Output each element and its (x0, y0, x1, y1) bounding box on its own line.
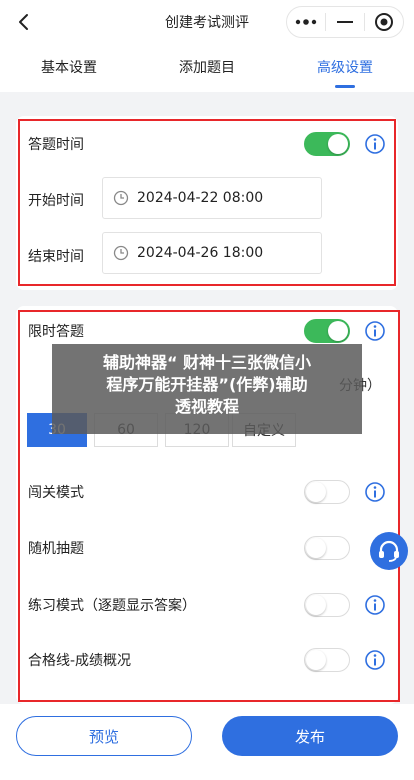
close-mini-program-icon[interactable] (365, 7, 403, 37)
option-toggle[interactable] (304, 536, 350, 560)
answer-time-card: 答题时间 开始时间 2024-04-22 08:00 结束时间 2024-04-… (16, 116, 398, 290)
info-icon[interactable] (364, 133, 386, 155)
tab-advanced-settings[interactable]: 高级设置 (276, 44, 414, 92)
preview-button[interactable]: 预览 (16, 716, 192, 756)
overlay-banner: 辅助神器“ 财神十三张微信小 程序万能开挂器”(作弊)辅助 透视教程 (52, 344, 362, 434)
bottom-bar: 预览 发布 (0, 704, 414, 780)
start-time-field[interactable]: 2024-04-22 08:00 (102, 177, 322, 219)
customer-service-button[interactable] (370, 532, 408, 570)
time-limit-label: 限时答题 (28, 324, 84, 340)
tab-bar: 基本设置 添加题目 高级设置 (0, 44, 414, 92)
tab-add-questions[interactable]: 添加题目 (138, 44, 276, 92)
answer-time-row: 答题时间 (28, 124, 386, 164)
option-label: 练习模式（逐题显示答案） (28, 598, 196, 614)
option-label: 闯关模式 (28, 485, 84, 501)
end-time-label: 结束时间 (28, 249, 84, 265)
overlay-line: 透视教程 (174, 397, 239, 416)
option-row: 合格线-成绩概况 (28, 640, 386, 680)
publish-button[interactable]: 发布 (222, 716, 398, 756)
start-time-label: 开始时间 (28, 193, 84, 209)
active-tab-indicator (335, 85, 355, 88)
option-label: 随机抽题 (28, 541, 84, 557)
end-time-field[interactable]: 2024-04-26 18:00 (102, 232, 322, 274)
info-icon[interactable] (364, 649, 386, 671)
clock-icon (113, 245, 129, 261)
overlay-line: 辅助神器“ 财神十三张微信小 (102, 353, 312, 372)
option-row: 闯关模式 (28, 472, 386, 512)
answer-time-label: 答题时间 (28, 137, 84, 153)
overlay-line: 程序万能开挂器”(作弊)辅助 (106, 375, 308, 394)
tab-basic-settings[interactable]: 基本设置 (0, 44, 138, 92)
option-toggle[interactable] (304, 593, 350, 617)
clock-icon (113, 190, 129, 206)
option-row: 练习模式（逐题显示答案） (28, 585, 386, 625)
option-label: 合格线-成绩概况 (28, 653, 132, 669)
end-time-value: 2024-04-26 18:00 (137, 245, 264, 261)
start-time-value: 2024-04-22 08:00 (137, 190, 264, 206)
info-icon[interactable] (364, 481, 386, 503)
option-toggle[interactable] (304, 480, 350, 504)
answer-time-toggle[interactable] (304, 132, 350, 156)
info-icon[interactable] (364, 320, 386, 342)
time-limit-toggle[interactable] (304, 319, 350, 343)
minimize-icon[interactable] (326, 7, 364, 37)
info-icon[interactable] (364, 594, 386, 616)
more-icon[interactable] (287, 7, 325, 37)
option-toggle[interactable] (304, 648, 350, 672)
option-row: 随机抽题 (28, 528, 386, 568)
miniprogram-capsule (286, 6, 404, 38)
headset-icon (379, 540, 399, 562)
nav-bar: 创建考试测评 (0, 0, 414, 44)
